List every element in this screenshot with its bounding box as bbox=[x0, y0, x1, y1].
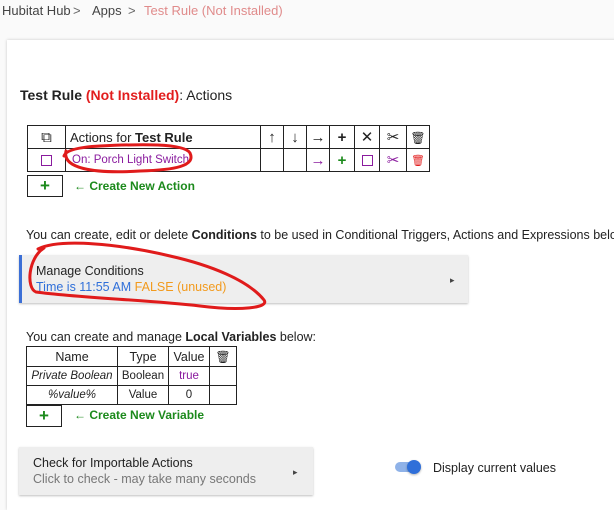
title-suffix: : Actions bbox=[179, 87, 233, 103]
manage-conditions-panel[interactable]: Manage Conditions Time is 11:55 AM FALSE… bbox=[19, 255, 468, 303]
move-up-icon[interactable]: ↑ bbox=[260, 125, 284, 149]
indent-arrow-icon[interactable]: → bbox=[306, 125, 330, 149]
trash-icon[interactable]: 🗑 bbox=[406, 125, 430, 149]
column-header-name: Name bbox=[26, 346, 118, 367]
variables-table: Name Type Value 🗑 Private Boolean Boolea… bbox=[26, 346, 237, 405]
row-select-checkbox[interactable] bbox=[27, 148, 66, 172]
create-variable-plus-button[interactable]: + bbox=[26, 405, 62, 427]
condition-text: Time is 11:55 AM bbox=[36, 280, 132, 294]
variables-description: You can create and manage Local Variable… bbox=[26, 330, 317, 344]
breadcrumb-apps[interactable]: Apps bbox=[92, 3, 122, 18]
create-action-plus-button[interactable]: + bbox=[27, 175, 63, 197]
variable-type: Boolean bbox=[117, 366, 169, 386]
actions-header-rule: Test Rule bbox=[135, 129, 193, 145]
breadcrumb-separator: > bbox=[128, 3, 136, 18]
expand-arrow-icon: ▸ bbox=[293, 467, 298, 477]
create-action-link[interactable]: ← Create New Action bbox=[74, 179, 195, 193]
move-down-icon[interactable]: ↓ bbox=[283, 125, 307, 149]
row-trash-icon[interactable]: 🗑 bbox=[406, 148, 430, 172]
variable-name[interactable]: %value% bbox=[26, 385, 118, 405]
table-row[interactable]: Private Boolean Boolean true bbox=[26, 366, 237, 386]
condition-state: FALSE bbox=[134, 280, 174, 294]
table-row: On: Porch Light Switch → + ✂ 🗑 bbox=[27, 148, 430, 172]
column-header-type: Type bbox=[117, 346, 169, 367]
variable-type: Value bbox=[117, 385, 169, 405]
trash-icon[interactable]: 🗑 bbox=[209, 346, 237, 367]
variable-value: true bbox=[168, 366, 210, 386]
actions-header: Actions for Test Rule bbox=[65, 125, 261, 149]
row-checkbox[interactable] bbox=[354, 148, 380, 172]
variables-bold: Local Variables bbox=[185, 330, 277, 344]
row-insert-plus-icon[interactable]: + bbox=[329, 148, 355, 172]
breadcrumb-separator: > bbox=[73, 3, 81, 18]
page-title: Test Rule (Not Installed): Actions bbox=[20, 87, 232, 103]
breadcrumb-current: Test Rule (Not Installed) bbox=[144, 3, 283, 18]
table-row[interactable]: %value% Value 0 bbox=[26, 385, 237, 405]
actions-table: ⧉ Actions for Test Rule ↑ ↓ → + ✕ ✂ 🗑 On… bbox=[27, 125, 430, 172]
importable-actions-subtitle: Click to check - may take many seconds bbox=[33, 472, 256, 486]
display-values-label: Display current values bbox=[433, 461, 556, 475]
condition-summary: Time is 11:55 AM FALSE (unused) bbox=[36, 280, 226, 294]
breadcrumb: Hubitat Hub > Apps > Test Rule (Not Inst… bbox=[0, 0, 614, 26]
display-values-toggle[interactable] bbox=[395, 460, 421, 474]
copy-icon[interactable]: ⧉ bbox=[27, 125, 66, 149]
variable-value: 0 bbox=[168, 385, 210, 405]
manage-conditions-title: Manage Conditions bbox=[36, 264, 144, 278]
conditions-description: You can create, edit or delete Condition… bbox=[26, 228, 614, 242]
expand-arrow-icon: ▸ bbox=[450, 275, 455, 285]
condition-note: (unused) bbox=[177, 280, 227, 294]
action-label[interactable]: On: Porch Light Switch bbox=[65, 148, 261, 172]
conditions-bold: Conditions bbox=[191, 228, 257, 242]
create-variable-link[interactable]: ← Create New Variable bbox=[74, 408, 204, 422]
actions-header-prefix: Actions for bbox=[70, 129, 136, 145]
rule-name: Test Rule bbox=[20, 87, 82, 103]
breadcrumb-home[interactable]: Hubitat Hub bbox=[2, 3, 71, 18]
row-indent-arrow-icon[interactable]: → bbox=[306, 148, 330, 172]
importable-actions-title: Check for Importable Actions bbox=[33, 456, 193, 470]
row-scissors-icon[interactable]: ✂ bbox=[379, 148, 407, 172]
close-icon[interactable]: ✕ bbox=[354, 125, 380, 149]
variable-name[interactable]: Private Boolean bbox=[26, 366, 118, 386]
scissors-icon[interactable]: ✂ bbox=[379, 125, 407, 149]
importable-actions-panel[interactable]: Check for Importable Actions Click to ch… bbox=[19, 447, 313, 495]
column-header-value: Value bbox=[168, 346, 210, 367]
insert-plus-icon[interactable]: + bbox=[329, 125, 355, 149]
install-status: (Not Installed) bbox=[85, 87, 180, 103]
